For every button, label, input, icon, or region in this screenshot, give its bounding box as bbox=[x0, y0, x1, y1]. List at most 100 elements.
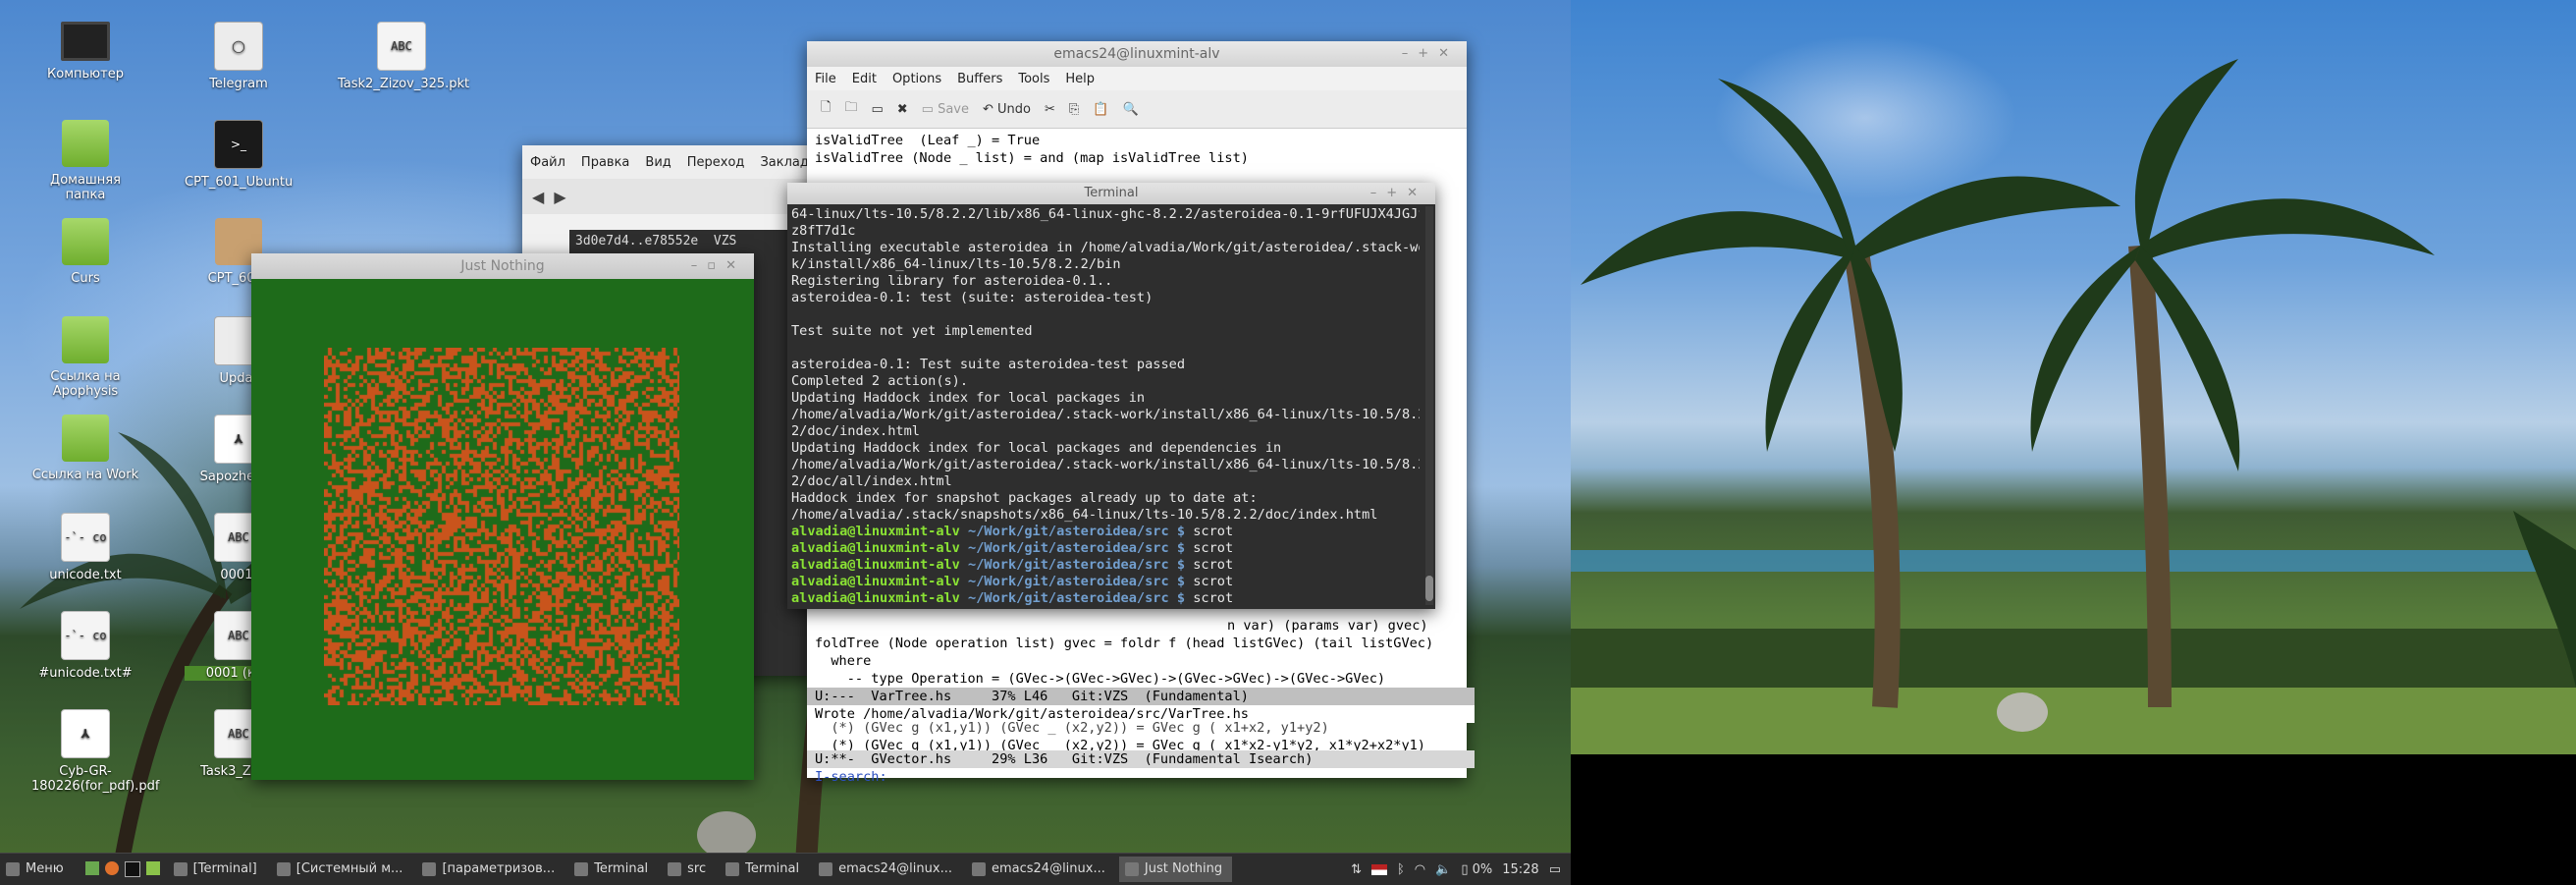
noise-grid bbox=[324, 348, 679, 705]
cut-icon[interactable]: ✂ bbox=[1045, 102, 1055, 117]
taskbar-item[interactable]: Terminal bbox=[720, 857, 809, 882]
files-icon[interactable] bbox=[145, 861, 160, 875]
folder-link-icon bbox=[62, 415, 109, 462]
taskbar-item[interactable]: [Terminal] bbox=[168, 857, 267, 882]
terminal-window[interactable]: Terminal –+✕ 64-linux/lts-10.5/8.2.2/lib… bbox=[787, 183, 1435, 609]
desktop-icon-computer[interactable]: Компьютер bbox=[31, 22, 139, 82]
taskbar-item[interactable]: Terminal bbox=[568, 857, 658, 882]
terminal-line: /home/alvadia/Work/git/asteroidea/.stack… bbox=[791, 457, 1420, 472]
desktop-icon-cpt-ubuntu[interactable]: >_ CPT_601_Ubuntu bbox=[185, 120, 293, 190]
disk-icon[interactable]: ▭ bbox=[871, 102, 883, 117]
forward-arrow-icon[interactable]: ▶ bbox=[554, 188, 565, 206]
paste-icon[interactable]: 📋 bbox=[1093, 102, 1108, 117]
prompt-path: ~/Work/git/asteroidea/src $ bbox=[959, 574, 1186, 589]
desktop-icon-pdf[interactable]: ⅄ Cyb-GR-180226(for_pdf).pdf bbox=[31, 709, 159, 794]
close-buffer-icon[interactable]: ✖ bbox=[897, 102, 908, 117]
command: scrot bbox=[1185, 524, 1234, 539]
command: scrot bbox=[1185, 590, 1234, 606]
menu-button[interactable]: Меню bbox=[0, 857, 74, 882]
terminal-line: asteroidea-0.1: test (suite: asteroidea-… bbox=[791, 290, 1154, 305]
terminal-icon[interactable] bbox=[124, 861, 140, 877]
taskbar-item[interactable]: emacs24@linux... bbox=[813, 857, 962, 882]
menu-file[interactable]: Файл bbox=[522, 155, 573, 170]
terminal-scrollbar[interactable] bbox=[1425, 206, 1433, 605]
network-icon[interactable]: ⇅ bbox=[1351, 862, 1362, 877]
clock[interactable]: 15:28 bbox=[1502, 862, 1538, 877]
search-icon[interactable]: 🔍 bbox=[1123, 102, 1139, 117]
desktop-icon-task2[interactable]: ABC Task2_Zizov_325.pkt bbox=[338, 22, 470, 91]
menu-options[interactable]: Options bbox=[885, 72, 949, 86]
code-line: (*) (GVec g (x1,y1)) (GVec _ (x2,y2)) = … bbox=[815, 720, 1329, 736]
computer-icon bbox=[61, 22, 110, 61]
window-controls[interactable]: –+✕ bbox=[1402, 41, 1459, 67]
prompt-user: alvadia@linuxmint-alv bbox=[791, 524, 960, 539]
modeline-gvector: U:**- GVector.hs 29% L36 Git:VZS (Fundam… bbox=[807, 750, 1475, 768]
bluetooth-icon[interactable]: ᛒ bbox=[1397, 862, 1405, 877]
window-controls[interactable]: –▫✕ bbox=[691, 253, 746, 279]
desktop-icon-unicode-txt[interactable]: -`- co unicode.txt bbox=[31, 513, 139, 582]
wifi-icon[interactable]: ◠ bbox=[1415, 862, 1425, 877]
terminal-line: Haddock index for snapshot packages alre… bbox=[791, 490, 1258, 506]
show-desktop-icon[interactable] bbox=[84, 861, 99, 875]
menu-edit[interactable]: Edit bbox=[844, 72, 885, 86]
emacs-gvector-buffer[interactable]: (*) (GVec g (x1,y1)) (GVec _ (x2,y2)) = … bbox=[815, 719, 1463, 754]
just-nothing-titlebar[interactable]: Just Nothing –▫✕ bbox=[251, 253, 754, 279]
menu-edit[interactable]: Правка bbox=[573, 155, 637, 170]
battery-status[interactable]: ▯ 0% bbox=[1461, 862, 1492, 877]
desktop-icon-label: Домашняя папка bbox=[50, 173, 121, 202]
taskbar-item[interactable]: [параметризов... bbox=[416, 857, 564, 882]
menu-tools[interactable]: Tools bbox=[1010, 72, 1057, 86]
terminal-icon: >_ bbox=[214, 120, 263, 169]
prompt-path: ~/Work/git/asteroidea/src $ bbox=[959, 524, 1186, 539]
desktop-icon-work-link[interactable]: Ссылка на Work bbox=[31, 415, 139, 482]
minibuffer[interactable]: I-search: bbox=[807, 768, 1475, 786]
window-controls[interactable]: –+✕ bbox=[1370, 183, 1427, 204]
firefox-icon[interactable] bbox=[104, 861, 119, 875]
new-file-icon[interactable]: 🗋 bbox=[821, 98, 831, 120]
terminal-output[interactable]: 64-linux/lts-10.5/8.2.2/lib/x86_64-linux… bbox=[787, 204, 1420, 607]
taskbar-item[interactable]: src bbox=[662, 857, 716, 882]
home-folder-icon bbox=[62, 120, 109, 167]
taskbar-item[interactable]: Just Nothing bbox=[1118, 857, 1233, 882]
taskbar-item[interactable]: [Системный м... bbox=[271, 857, 413, 882]
back-arrow-icon[interactable]: ◀ bbox=[532, 188, 544, 206]
menu-help[interactable]: Help bbox=[1057, 72, 1102, 86]
open-file-icon[interactable]: 🗀 bbox=[844, 98, 857, 120]
desktop-icon-unicode-backup[interactable]: -`- co #unicode.txt# bbox=[31, 611, 139, 681]
workspace-icon[interactable]: ▭ bbox=[1549, 862, 1561, 877]
terminal-line: asteroidea-0.1: Test suite asteroidea-te… bbox=[791, 357, 1186, 372]
save-button[interactable]: ▭ Save bbox=[922, 102, 969, 117]
copy-icon[interactable]: ⎘ bbox=[1069, 102, 1079, 117]
taskbar-item[interactable]: emacs24@linux... bbox=[966, 857, 1115, 882]
desktop-icon-home[interactable]: Домашняя папка bbox=[31, 120, 139, 202]
system-tray: ⇅ ᛒ ◠ 🔈 ▯ 0% 15:28 ▭ bbox=[1351, 862, 1571, 877]
code-line: isValidTree (Node _ list) = and (map isV… bbox=[815, 150, 1249, 166]
menu-go[interactable]: Переход bbox=[679, 155, 753, 170]
menu-file[interactable]: File bbox=[807, 72, 844, 86]
undo-button[interactable]: ↶ Undo bbox=[983, 102, 1031, 117]
terminal-line: k/install/x86_64-linux/lts-10.5/8.2.2/bi… bbox=[791, 256, 1121, 272]
terminal-titlebar[interactable]: Terminal –+✕ bbox=[787, 183, 1435, 204]
emacs-menubar: File Edit Options Buffers Tools Help bbox=[807, 67, 1467, 90]
emacs-upper-buffer[interactable]: isValidTree (Leaf _) = True isValidTree … bbox=[815, 132, 1453, 167]
terminal-line: 2/doc/all/index.html bbox=[791, 473, 952, 489]
terminal-line: Installing executable asteroidea in /hom… bbox=[791, 240, 1420, 255]
folder-link-icon bbox=[62, 316, 109, 363]
code-line: where bbox=[815, 653, 872, 669]
emacs-lower-code[interactable]: n var) (params var) gvec) foldTree (Node… bbox=[815, 617, 1453, 688]
flag-icon[interactable] bbox=[1370, 863, 1387, 875]
desktop-icon-telegram[interactable]: ◯ Telegram bbox=[185, 22, 293, 91]
terminal-line: Updating Haddock index for local package… bbox=[791, 390, 1146, 406]
desktop-icon-label: Task2_Zizov_325.pkt bbox=[338, 77, 470, 91]
desktop-icon-apophysis-link[interactable]: Ссылка на Apophysis bbox=[31, 316, 139, 399]
terminal-prompt-line: alvadia@linuxmint-alv ~/Work/git/asteroi… bbox=[791, 574, 1420, 590]
emacs-titlebar[interactable]: emacs24@linuxmint-alv –+✕ bbox=[807, 41, 1467, 67]
terminal-line: Updating Haddock index for local package… bbox=[791, 440, 1282, 456]
menu-view[interactable]: Вид bbox=[637, 155, 678, 170]
just-nothing-window[interactable]: Just Nothing –▫✕ bbox=[251, 253, 754, 780]
pdf-icon: ⅄ bbox=[61, 709, 110, 758]
desktop-icon-curs[interactable]: Curs bbox=[31, 218, 139, 286]
telegram-icon: ◯ bbox=[214, 22, 263, 71]
menu-buffers[interactable]: Buffers bbox=[949, 72, 1010, 86]
volume-icon[interactable]: 🔈 bbox=[1435, 862, 1451, 877]
